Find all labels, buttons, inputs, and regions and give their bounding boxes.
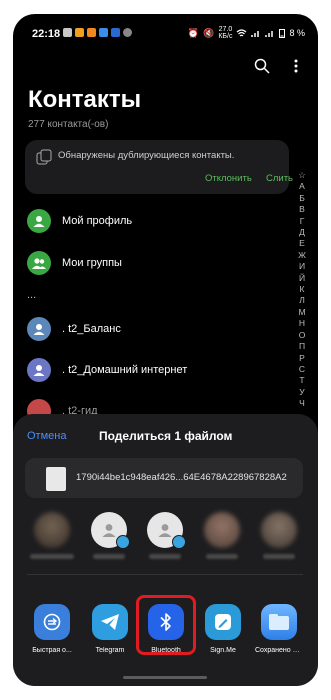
mute-icon: 🔇 — [203, 27, 215, 38]
contact-target[interactable] — [204, 512, 240, 548]
alphabet-letter[interactable]: ☆ — [295, 170, 309, 181]
signal-icon — [265, 30, 274, 37]
contact-avatar — [27, 358, 51, 382]
alphabet-letter[interactable]: Р — [295, 353, 309, 364]
app-quick-share[interactable]: Быстрая о... — [28, 604, 76, 654]
contact-target-label — [263, 554, 295, 559]
quick-share-icon — [34, 604, 70, 640]
app-telegram[interactable]: Telegram — [86, 604, 134, 654]
alphabet-letter[interactable]: Г — [295, 216, 309, 227]
alphabet-letter[interactable]: Л — [295, 295, 309, 306]
list-item-contact[interactable]: . t2_Баланс — [27, 316, 121, 342]
more-options-icon[interactable] — [294, 58, 298, 74]
duplicates-card: Обнаружены дублирующиеся контакты. Откло… — [25, 140, 293, 194]
merge-button[interactable]: Слить — [266, 173, 293, 184]
home-indicator — [123, 676, 207, 679]
profile-avatar — [27, 209, 51, 233]
file-preview: 1790i44be1c948eaf426...64E4678A228967828… — [25, 458, 303, 498]
app-notification-icon — [87, 28, 96, 37]
file-icon — [46, 467, 66, 491]
alphabet-letter[interactable]: О — [295, 330, 309, 341]
reject-button[interactable]: Отклонить — [205, 173, 252, 184]
alphabet-letter[interactable]: Д — [295, 227, 309, 238]
alphabet-letter[interactable]: У — [295, 387, 309, 398]
alarm-icon: ⏰ — [187, 27, 200, 38]
alphabet-letter[interactable]: Е — [295, 238, 309, 249]
contact-target[interactable] — [261, 512, 297, 548]
direct-share-row — [13, 512, 318, 568]
notification-icons — [63, 28, 132, 37]
app-notification-icon — [63, 28, 72, 37]
share-sheet: Отмена Поделиться 1 файлом 1790i44be1c94… — [13, 414, 318, 686]
file-name: 1790i44be1c948eaf426...64E4678A228967828… — [76, 472, 287, 483]
status-time: 22:18 — [32, 28, 61, 40]
contact-target-telegram[interactable] — [147, 512, 186, 549]
page-title: Контакты — [28, 86, 142, 113]
status-right: ⏰ 🔇 27.0 КБ/с 8 % — [188, 26, 305, 40]
contact-target-label — [30, 554, 74, 559]
person-icon — [102, 524, 116, 537]
person-icon — [158, 524, 172, 537]
contact-target[interactable] — [34, 512, 70, 548]
alphabet-letter[interactable]: Й — [295, 273, 309, 284]
contact-target-telegram[interactable] — [91, 512, 130, 549]
share-title: Поделиться 1 файлом — [99, 429, 233, 443]
contact-name: . t2_Баланс — [62, 323, 121, 335]
status-bar: 22:18 ⏰ 🔇 27.0 КБ/с 8 % — [13, 14, 318, 54]
duplicate-icon — [36, 149, 52, 165]
app-notification-icon — [75, 28, 84, 37]
saved-folder-icon — [261, 604, 297, 640]
list-item-my-groups[interactable]: Мои группы — [27, 250, 122, 276]
contact-count: 277 контакта(-ов) — [28, 119, 109, 130]
contact-name: . t2_Домашний интернет — [62, 364, 188, 376]
signal-icon — [251, 30, 260, 37]
alphabet-letter[interactable]: С — [295, 364, 309, 375]
wifi-icon — [237, 28, 247, 36]
signme-icon — [205, 604, 241, 640]
alphabet-letter[interactable]: А — [295, 181, 309, 192]
contact-name: Мой профиль — [62, 215, 133, 227]
alphabet-letter[interactable]: К — [295, 284, 309, 295]
header-actions — [254, 58, 298, 74]
alphabet-letter[interactable]: Б — [295, 193, 309, 204]
duplicates-message: Обнаружены дублирующиеся контакты. — [58, 150, 235, 161]
list-item-contact[interactable]: . t2_Домашний интернет — [27, 357, 187, 383]
telegram-badge-icon — [116, 535, 130, 549]
battery-percent: 8 % — [289, 28, 305, 38]
alphabet-letter[interactable]: М — [295, 307, 309, 318]
search-icon[interactable] — [254, 58, 270, 74]
app-signme[interactable]: Sign.Me — [199, 604, 247, 654]
alphabet-letter[interactable]: Т — [295, 375, 309, 386]
phone-screen: 22:18 ⏰ 🔇 27.0 КБ/с 8 % Контакты 277 кон… — [13, 14, 318, 686]
app-notification-icon — [111, 28, 120, 37]
groups-avatar — [27, 251, 51, 275]
alphabet-letter[interactable]: П — [295, 341, 309, 352]
telegram-icon — [92, 604, 128, 640]
bluetooth-highlight — [136, 595, 196, 655]
app-notification-icon — [99, 28, 108, 37]
alphabet-letter[interactable]: Ч — [295, 398, 309, 409]
list-item-my-profile[interactable]: Мой профиль — [27, 208, 132, 234]
alphabet-index[interactable]: ☆ А Б В Г Д Е Ж И Й К Л М Н О П Р С Т У Ч — [295, 170, 309, 410]
alphabet-letter[interactable]: Ж — [295, 250, 309, 261]
alphabet-letter[interactable]: И — [295, 261, 309, 272]
battery-icon — [279, 29, 286, 38]
contact-name: Мои группы — [62, 257, 122, 269]
divider — [27, 574, 303, 575]
alphabet-letter[interactable]: В — [295, 204, 309, 215]
alphabet-letter[interactable]: Н — [295, 318, 309, 329]
section-separator: ... — [27, 289, 37, 301]
cloud-icon — [123, 28, 132, 37]
app-saved-folder[interactable]: Сохранено в ... — [255, 604, 303, 654]
contact-target-label — [149, 554, 181, 559]
network-speed: 27.0 КБ/с — [218, 26, 233, 40]
telegram-badge-icon — [172, 535, 186, 549]
contact-target-label — [93, 554, 125, 559]
contact-target-label — [206, 554, 238, 559]
cancel-button[interactable]: Отмена — [27, 430, 66, 442]
contact-avatar — [27, 317, 51, 341]
